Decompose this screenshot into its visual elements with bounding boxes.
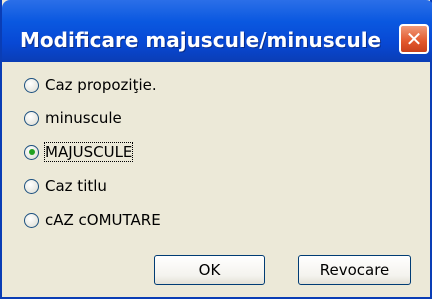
option-uppercase[interactable]: MAJUSCULE [24,139,134,165]
dialog-title: Modificare majuscule/minuscule [20,28,382,52]
option-label: MAJUSCULE [43,142,134,162]
option-sentence-case[interactable]: Caz propoziţie. [24,72,157,98]
close-icon: ✕ [405,27,423,51]
cancel-button[interactable]: Revocare [298,255,411,285]
radio-icon-selected[interactable] [24,144,39,160]
option-lowercase[interactable]: minuscule [24,105,122,131]
radio-icon[interactable] [24,212,39,228]
option-toggle-case[interactable]: cAZ cOMUTARE [24,207,161,233]
ok-button[interactable]: OK [154,255,265,285]
radio-icon[interactable] [24,178,39,194]
close-button[interactable]: ✕ [399,24,429,54]
option-title-case[interactable]: Caz titlu [24,173,107,199]
option-label: minuscule [45,109,122,127]
case-dialog-window: Modificare majuscule/minuscule ✕ Caz pro… [0,0,432,299]
option-label: Caz propoziţie. [45,76,157,94]
radio-icon[interactable] [24,77,39,93]
title-bar[interactable]: Modificare majuscule/minuscule ✕ [2,0,432,62]
option-label: Caz titlu [45,177,107,195]
option-label: cAZ cOMUTARE [45,211,161,229]
radio-icon[interactable] [24,110,39,126]
